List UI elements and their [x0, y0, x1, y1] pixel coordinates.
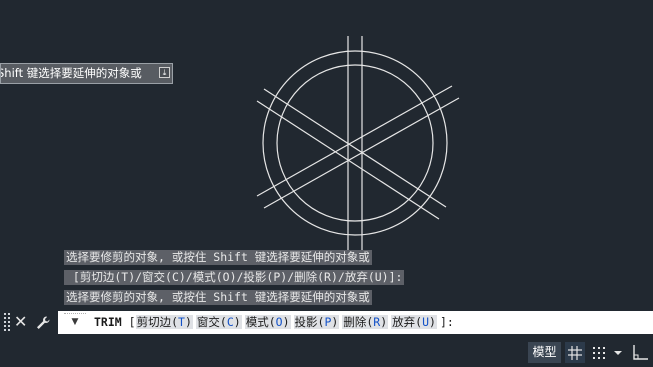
history-line-3: 选择要修剪的对象, 或按住 Shift 键选择要延伸的对象或	[64, 290, 372, 305]
options-close-bracket: ]:	[439, 315, 454, 329]
command-name: TRIM	[94, 315, 122, 329]
command-input[interactable]: ▼ TRIM [剪切边(T) 窗交(C) 模式(O) 投影(P) 删除(R) 放弃(U)]…	[58, 311, 653, 334]
close-icon[interactable]: ✕	[14, 311, 27, 333]
option-mode[interactable]: 模式(O)	[244, 315, 291, 329]
option-crossing[interactable]: 窗交(C)	[195, 315, 242, 329]
outer-circle[interactable]	[262, 50, 448, 236]
ortho-mode-icon[interactable]	[630, 342, 650, 363]
option-erase[interactable]: 删除(R)	[342, 315, 389, 329]
model-space-button[interactable]: 模型	[528, 342, 561, 363]
snap-dropdown-icon[interactable]	[611, 342, 625, 363]
wrench-icon[interactable]	[35, 312, 51, 337]
inner-circle[interactable]	[276, 64, 434, 222]
options-open-bracket: [	[128, 315, 136, 329]
command-prompt: TRIM [剪切边(T) 窗交(C) 模式(O) 投影(P) 删除(R) 放弃(U)]:	[94, 311, 454, 334]
snap-mode-icon[interactable]	[589, 342, 609, 363]
drag-handle[interactable]	[4, 313, 10, 332]
option-cutting-edge[interactable]: 剪切边(T)	[135, 315, 193, 329]
history-line-1: 选择要修剪的对象, 或按住 Shift 键选择要延伸的对象或	[64, 250, 372, 265]
command-bar: ✕ ▼ TRIM [剪切边(T) 窗交(C) 模式(O) 投影(P) 删除(R) 放弃(U…	[0, 309, 653, 336]
recent-commands-dropdown-icon[interactable]: ▼	[64, 313, 86, 332]
grid-icon[interactable]	[565, 342, 585, 363]
diagonal-bar-b-edge2[interactable]	[256, 85, 453, 197]
diagonal-bar-a-edge1[interactable]	[263, 88, 447, 208]
history-line-2: [剪切边(T)/窗交(C)/模式(O)/投影(P)/删除(R)/放弃(U)]:	[64, 270, 405, 285]
status-bar: 模型	[0, 340, 653, 365]
option-undo[interactable]: 放弃(U)	[391, 315, 437, 329]
option-project[interactable]: 投影(P)	[293, 315, 340, 329]
